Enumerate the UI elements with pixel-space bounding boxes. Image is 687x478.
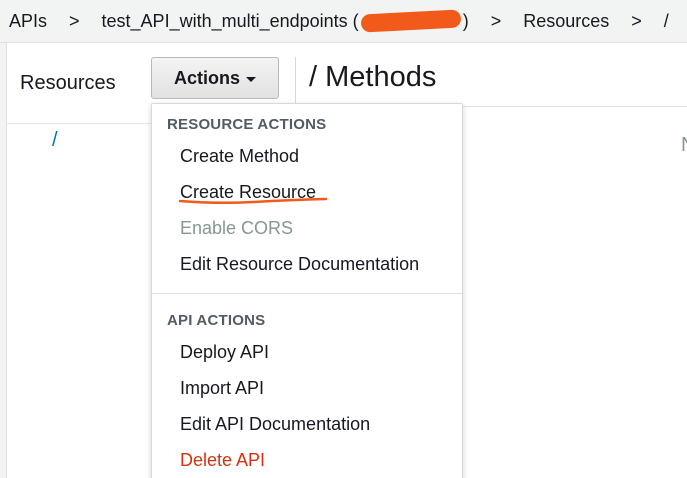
redaction-mark <box>360 9 462 33</box>
actions-dropdown-menu: RESOURCE ACTIONS Create Method Create Re… <box>151 103 463 478</box>
breadcrumb: APIs > test_API_with_multi_endpoints ( )… <box>0 0 687 43</box>
actions-button-label: Actions <box>173 67 240 88</box>
breadcrumb-separator: > <box>69 10 80 31</box>
breadcrumb-separator: > <box>490 10 502 31</box>
resource-actions-heading: RESOURCE ACTIONS <box>167 116 327 133</box>
page-title: / Methods <box>309 61 437 93</box>
breadcrumb-root-link[interactable]: / <box>664 11 669 32</box>
breadcrumb-api-link[interactable]: test_API_with_multi_endpoints ( ) <box>101 9 469 33</box>
menu-item-edit-resource-documentation[interactable]: Edit Resource Documentation <box>180 254 419 275</box>
menu-separator <box>152 293 462 294</box>
breadcrumb-api-name: test_API_with_multi_endpoints ( <box>101 10 359 31</box>
actions-dropdown-button[interactable]: Actions <box>151 57 279 99</box>
annotation-underline <box>178 197 328 205</box>
menu-item-edit-api-documentation[interactable]: Edit API Documentation <box>180 414 370 435</box>
resources-panel-title: Resources <box>20 72 116 94</box>
menu-item-deploy-api[interactable]: Deploy API <box>180 342 269 363</box>
api-actions-heading: API ACTIONS <box>167 312 266 329</box>
menu-item-import-api[interactable]: Import API <box>180 378 264 399</box>
sidebar-edge <box>0 43 7 478</box>
breadcrumb-separator: > <box>631 10 642 31</box>
api-gateway-console: APIs > test_API_with_multi_endpoints ( )… <box>0 0 687 478</box>
content-text-partial: N <box>681 134 687 157</box>
menu-item-enable-cors: Enable CORS <box>180 218 294 238</box>
breadcrumb-apis-link[interactable]: APIs <box>9 11 47 32</box>
menu-item-delete-api[interactable]: Delete API <box>180 450 265 471</box>
resource-tree-root[interactable]: / <box>52 129 58 152</box>
menu-item-create-method[interactable]: Create Method <box>180 146 299 167</box>
caret-down-icon <box>246 76 256 82</box>
breadcrumb-resources-link[interactable]: Resources <box>523 11 609 32</box>
breadcrumb-api-name-end: ) <box>462 10 469 31</box>
